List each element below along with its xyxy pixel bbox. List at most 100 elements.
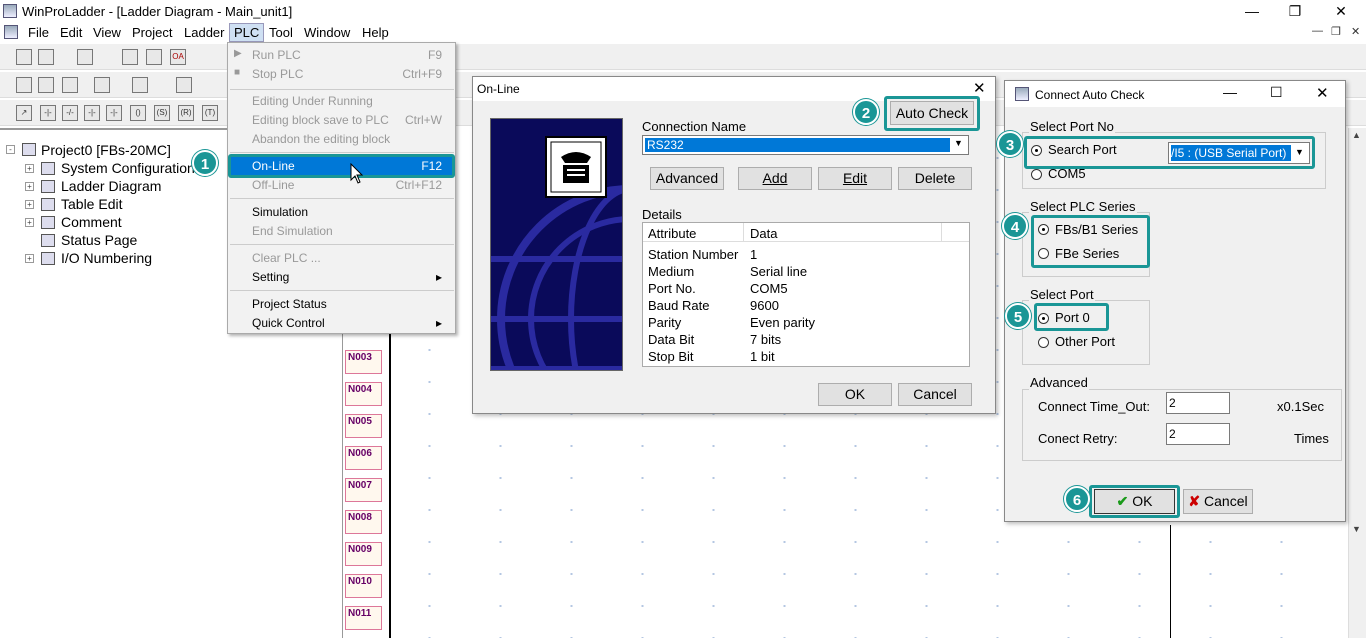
open-folder-icon[interactable] bbox=[38, 49, 54, 65]
auto-check-cancel-button[interactable]: ✘ Cancel bbox=[1183, 489, 1253, 514]
menu-item-editing-block-save[interactable]: Editing block save to PLC Ctrl+W bbox=[252, 111, 452, 129]
minimize-icon[interactable]: — bbox=[1229, 0, 1275, 22]
close-icon[interactable]: ✕ bbox=[1316, 84, 1329, 102]
restore-icon[interactable]: ❐ bbox=[1272, 0, 1318, 22]
tool-icon[interactable] bbox=[94, 77, 110, 93]
coil-icon[interactable]: () bbox=[130, 105, 146, 121]
glasses-icon[interactable] bbox=[62, 77, 78, 93]
cancel-button[interactable]: Cancel bbox=[898, 383, 972, 406]
pointer-icon[interactable]: ↗ bbox=[16, 105, 32, 121]
ok-button[interactable]: OK bbox=[818, 383, 892, 406]
tree-item-comment[interactable]: Comment bbox=[61, 214, 122, 230]
edit-button[interactable]: Edit bbox=[818, 167, 892, 190]
tree-item-system-configuration[interactable]: System Configuration bbox=[61, 160, 195, 176]
scroll-up-icon[interactable]: ▲ bbox=[1352, 130, 1361, 140]
menu-bar: File Edit View Project Ladder PLC Tool W… bbox=[0, 22, 1366, 42]
maximize-icon[interactable]: ☐ bbox=[1270, 84, 1283, 101]
detail-attribute: Baud Rate bbox=[648, 298, 710, 313]
row-label: N005 bbox=[345, 414, 382, 438]
project-icon[interactable] bbox=[122, 49, 138, 65]
plc-dropdown-menu: ▶ Run PLC F9 ■ Stop PLC Ctrl+F9 Editing Un… bbox=[227, 42, 456, 334]
row-label: N003 bbox=[345, 350, 382, 374]
advanced-button[interactable]: Advanced bbox=[650, 167, 724, 190]
tree-root[interactable]: Project0 [FBs-20MC] bbox=[41, 142, 171, 158]
contact-down-icon[interactable]: -|- bbox=[106, 105, 122, 121]
menu-tool[interactable]: Tool bbox=[265, 25, 297, 40]
advanced-group-title: Advanced bbox=[1029, 375, 1089, 390]
ladder-icon[interactable] bbox=[146, 49, 162, 65]
scroll-down-icon[interactable]: ▼ bbox=[1352, 524, 1361, 534]
details-list[interactable]: Attribute Data Station Number 1 Medium S… bbox=[642, 222, 970, 367]
retry-input[interactable] bbox=[1166, 423, 1230, 445]
monitor-icon[interactable] bbox=[38, 77, 54, 93]
menu-view[interactable]: View bbox=[89, 25, 125, 40]
connection-name-value: RS232 bbox=[645, 138, 950, 152]
mdi-minimize-icon[interactable]: — bbox=[1312, 25, 1323, 37]
select-port-group-title: Select Port bbox=[1029, 287, 1095, 302]
com5-radio[interactable] bbox=[1031, 169, 1042, 180]
column-header-attribute[interactable]: Attribute bbox=[648, 226, 696, 241]
new-file-icon[interactable] bbox=[16, 49, 32, 65]
contact-up-icon[interactable]: -|- bbox=[84, 105, 100, 121]
menu-plc[interactable]: PLC bbox=[229, 23, 265, 42]
reset-coil-icon[interactable]: (R) bbox=[178, 105, 194, 121]
other-port-label[interactable]: Other Port bbox=[1055, 334, 1115, 349]
mdi-restore-icon[interactable]: ❐ bbox=[1331, 25, 1341, 38]
other-port-radio[interactable] bbox=[1038, 337, 1049, 348]
menu-help[interactable]: Help bbox=[358, 25, 393, 40]
step-badge: 3 bbox=[997, 131, 1023, 157]
menu-item-run-plc[interactable]: Run PLC F9 bbox=[252, 46, 452, 64]
step-badge: 2 bbox=[853, 99, 879, 125]
close-icon[interactable]: ✕ bbox=[1318, 0, 1364, 22]
save-icon[interactable] bbox=[77, 49, 93, 65]
chevron-down-icon[interactable]: ▼ bbox=[954, 138, 963, 148]
menu-item-quick-control[interactable]: Quick Control ▸ bbox=[252, 314, 452, 332]
menu-window[interactable]: Window bbox=[300, 25, 354, 40]
contact-b-icon[interactable]: -/- bbox=[62, 105, 78, 121]
contact-a-icon[interactable]: -|- bbox=[40, 105, 56, 121]
tree-item-table-edit[interactable]: Table Edit bbox=[61, 196, 122, 212]
expand-icon[interactable]: + bbox=[25, 164, 34, 173]
detail-value: 7 bits bbox=[750, 332, 782, 347]
menu-item-editing-under-running[interactable]: Editing Under Running bbox=[252, 92, 452, 110]
menu-item-stop-plc[interactable]: Stop PLC Ctrl+F9 bbox=[252, 65, 452, 83]
menu-file[interactable]: File bbox=[24, 25, 53, 40]
detail-attribute: Data Bit bbox=[648, 332, 695, 347]
tree-item-status-page[interactable]: Status Page bbox=[61, 232, 137, 248]
expand-icon[interactable]: + bbox=[25, 200, 34, 209]
tree-item-io-numbering[interactable]: I/O Numbering bbox=[61, 250, 152, 266]
org-and-icon[interactable]: OA bbox=[170, 49, 186, 65]
minimize-icon[interactable]: — bbox=[1223, 84, 1237, 100]
menu-project[interactable]: Project bbox=[128, 25, 176, 40]
expand-icon[interactable]: + bbox=[25, 218, 34, 227]
collapse-icon[interactable]: - bbox=[6, 145, 15, 154]
set-coil-icon[interactable]: (S) bbox=[154, 105, 170, 121]
column-header-data[interactable]: Data bbox=[750, 226, 777, 241]
expand-icon[interactable]: + bbox=[25, 182, 34, 191]
menu-item-end-simulation[interactable]: End Simulation bbox=[252, 222, 452, 240]
menu-item-setting[interactable]: Setting ▸ bbox=[252, 268, 452, 286]
auto-check-ok-button[interactable]: ✔ OK bbox=[1094, 489, 1175, 514]
mdi-close-icon[interactable]: ✕ bbox=[1351, 25, 1360, 38]
delete-button[interactable]: Delete bbox=[898, 167, 972, 190]
pencil-icon[interactable] bbox=[176, 77, 192, 93]
grid-icon[interactable] bbox=[132, 77, 148, 93]
tree-item-ladder-diagram[interactable]: Ladder Diagram bbox=[61, 178, 161, 194]
menu-item-clear-plc[interactable]: Clear PLC ... bbox=[252, 249, 452, 267]
menu-ladder[interactable]: Ladder bbox=[180, 25, 228, 40]
menu-edit[interactable]: Edit bbox=[56, 25, 86, 40]
plc-series-group-title: Select PLC Series bbox=[1029, 199, 1137, 214]
expand-icon[interactable]: + bbox=[25, 254, 34, 263]
add-button[interactable]: Add bbox=[738, 167, 812, 190]
connection-name-select[interactable]: RS232 ▼ bbox=[642, 135, 969, 155]
menu-item-project-status[interactable]: Project Status bbox=[252, 295, 452, 313]
vertical-scrollbar[interactable] bbox=[1348, 128, 1366, 638]
close-icon[interactable]: ✕ bbox=[973, 79, 986, 97]
menu-item-abandon-editing[interactable]: Abandon the editing block bbox=[252, 130, 452, 148]
menu-item-simulation[interactable]: Simulation bbox=[252, 203, 452, 221]
timeout-input[interactable] bbox=[1166, 392, 1230, 414]
connect-icon[interactable] bbox=[16, 77, 32, 93]
timer-coil-icon[interactable]: (T) bbox=[202, 105, 218, 121]
auto-check-button[interactable]: Auto Check bbox=[890, 101, 974, 125]
system-config-icon bbox=[41, 162, 55, 175]
